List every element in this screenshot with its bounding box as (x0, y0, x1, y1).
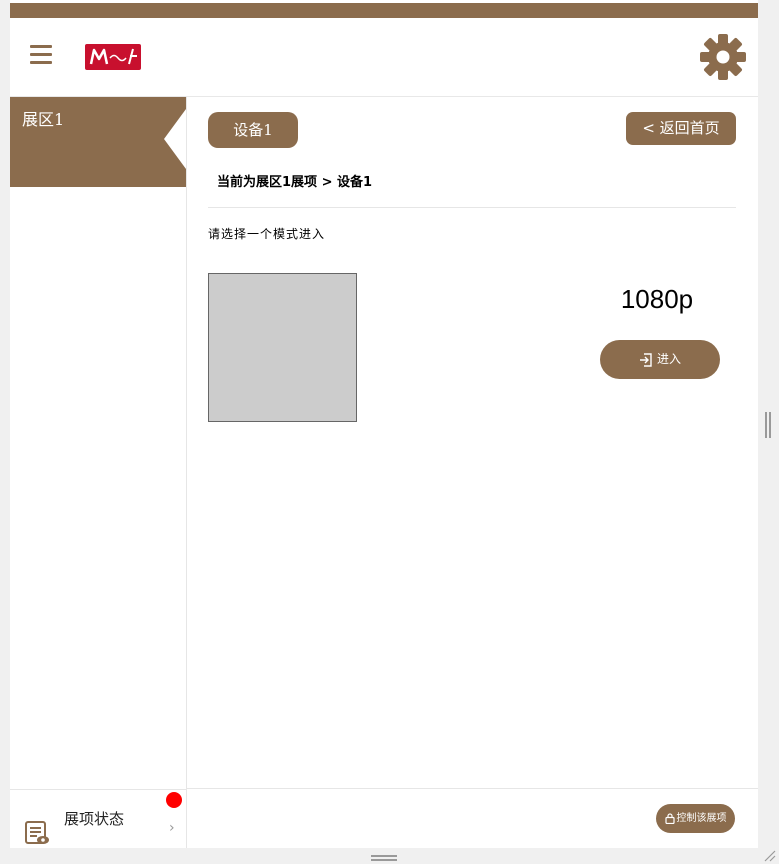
resize-grip-icon[interactable] (762, 848, 776, 862)
breadcrumb: 当前为展区1展项 > 设备1 (217, 175, 373, 190)
resize-handle-right[interactable] (765, 412, 771, 438)
device-tab[interactable]: 设备1 (208, 112, 298, 148)
chevron-right-icon: › (169, 820, 175, 836)
mode-prompt: 请选择一个模式进入 (208, 227, 326, 241)
mode-resolution: 1080p (620, 284, 694, 314)
exhibit-status-item[interactable]: 展项状态 › (10, 789, 186, 849)
lock-icon (664, 812, 675, 824)
control-exhibit-button[interactable]: 控制该展项 (656, 804, 735, 833)
sidebar: 展区1 展项状态 › (10, 97, 187, 848)
header (10, 18, 758, 97)
selected-indicator (164, 109, 186, 169)
control-exhibit-label: 控制该展项 (676, 813, 727, 824)
main-content: 设备1 < 返回首页 当前为展区1展项 > 设备1 请选择一个模式进入 1080… (187, 97, 758, 788)
resize-handle-bottom[interactable] (371, 855, 397, 861)
report-eye-icon (25, 821, 49, 844)
notification-badge (166, 792, 182, 808)
enter-icon (639, 352, 652, 367)
footer-bar: 控制该展项 (187, 788, 758, 849)
sidebar-item-label: 展区1 (22, 110, 65, 129)
back-home-button[interactable]: < 返回首页 (626, 112, 736, 145)
exhibit-status-label: 展项状态 (64, 810, 125, 828)
divider (208, 207, 736, 208)
top-accent-bar (10, 3, 758, 18)
gear-icon[interactable] (700, 34, 746, 80)
enter-mode-label: 进入 (656, 352, 681, 366)
enter-mode-button[interactable]: 进入 (600, 340, 720, 379)
hamburger-icon[interactable] (30, 45, 52, 65)
sidebar-item-zone1[interactable]: 展区1 (10, 97, 186, 187)
brand-logo (85, 44, 141, 70)
app-window: 展区1 展项状态 › 设备1 < 返回首页 当前为展区1展项 > 设备1 请选择… (10, 0, 758, 848)
mode-thumbnail (208, 273, 357, 422)
